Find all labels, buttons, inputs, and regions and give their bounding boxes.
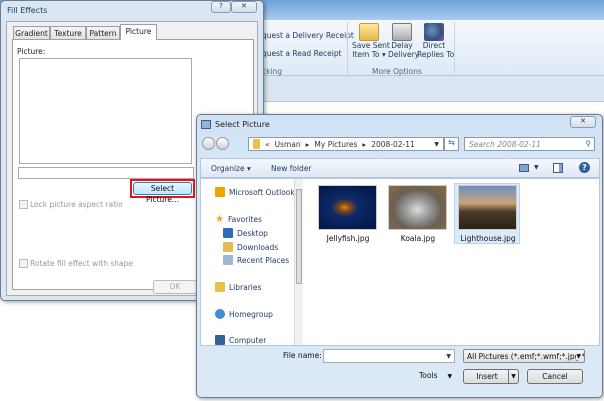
jellyfish-thumbnail[interactable]: [318, 185, 377, 230]
tracking-group-label: cking: [262, 67, 283, 76]
group-divider: [347, 22, 348, 74]
nav-microsoft-outlook[interactable]: Microsoft Outlook: [215, 187, 295, 197]
koala-thumbnail[interactable]: [388, 185, 447, 230]
chevron-down-icon[interactable]: ▼: [534, 164, 539, 171]
forward-button[interactable]: [216, 137, 229, 150]
select-picture-button[interactable]: Select Picture...: [133, 182, 192, 204]
nav-scrollbar[interactable]: [294, 179, 303, 345]
cancel-button[interactable]: Cancel: [527, 369, 583, 384]
direct-replies-button[interactable]: Direct Replies To: [417, 23, 454, 59]
file-name[interactable]: Koala.jpg: [383, 234, 453, 243]
view-icon[interactable]: [519, 164, 529, 172]
back-button[interactable]: [202, 137, 215, 150]
person-arrow-icon: [424, 23, 444, 41]
picture-dialog-icon: [201, 120, 211, 129]
preview-pane-icon[interactable]: [553, 163, 563, 173]
homegroup-icon: [215, 309, 225, 319]
new-folder-button[interactable]: New folder: [271, 164, 312, 173]
search-icon: ⚲: [585, 139, 592, 148]
close-button[interactable]: ✕: [231, 1, 257, 13]
star-icon: ★: [215, 214, 224, 225]
picture-preview: [19, 58, 192, 164]
address-bar[interactable]: « Usman ▸ My Pictures ▸ 2008-02-11 ▼: [248, 137, 444, 151]
breadcrumb-overflow[interactable]: «: [265, 140, 270, 149]
navigation-pane: Microsoft Outlook ★ Favorites Desktop Dow…: [201, 179, 304, 345]
outlook-icon: [215, 187, 225, 197]
request-delivery-receipt[interactable]: quest a Delivery Receipt: [262, 31, 354, 40]
tab-pattern[interactable]: Pattern: [86, 26, 120, 40]
chevron-down-icon[interactable]: ▼: [446, 353, 451, 360]
recent-places-icon: [223, 255, 233, 265]
nav-libraries[interactable]: Libraries: [215, 282, 261, 292]
picture-path-field: [18, 167, 194, 179]
file-name-input[interactable]: ▼: [323, 349, 455, 363]
breadcrumb-usman[interactable]: Usman: [275, 140, 301, 149]
ok-button[interactable]: OK: [153, 280, 197, 294]
more-options-group-label: More Options: [372, 67, 422, 76]
lighthouse-thumbnail[interactable]: [458, 185, 517, 230]
scrollbar-thumb[interactable]: [296, 189, 302, 284]
group-divider: [454, 22, 455, 74]
downloads-icon: [223, 242, 233, 252]
close-button[interactable]: ✕: [570, 116, 596, 128]
chevron-down-icon: ▼: [434, 140, 439, 148]
breadcrumb-2008-02-11[interactable]: 2008-02-11: [371, 140, 415, 149]
nav-favorites[interactable]: ★ Favorites: [215, 214, 262, 225]
file-name[interactable]: Jellyfish.jpg: [313, 234, 383, 243]
select-picture-dialog: Select Picture ✕ « Usman ▸ My Pictures ▸ 2…: [196, 114, 603, 398]
nav-recent-places[interactable]: Recent Places: [223, 255, 289, 265]
dialog-title: Select Picture: [215, 120, 270, 129]
nav-desktop[interactable]: Desktop: [223, 228, 268, 238]
breadcrumb-my-pictures[interactable]: My Pictures: [314, 140, 357, 149]
file-name-label: File name:: [283, 351, 322, 360]
picture-label: Picture:: [17, 47, 46, 56]
rotate-fill-label: Rotate fill effect with shape: [30, 259, 133, 268]
tools-button[interactable]: Tools ▼: [419, 371, 452, 380]
help-button[interactable]: ?: [211, 1, 231, 13]
libraries-icon: [215, 282, 225, 292]
chevron-down-icon: ▼: [447, 373, 453, 380]
tab-picture[interactable]: Picture: [120, 24, 157, 40]
clock-envelope-icon: [392, 23, 412, 41]
chevron-right-icon: ▸: [305, 139, 310, 149]
nav-downloads[interactable]: Downloads: [223, 242, 278, 252]
tab-gradient[interactable]: Gradient: [13, 26, 50, 40]
save-sent-item-button[interactable]: Save Sent Item To ▾: [352, 23, 390, 59]
computer-icon: [215, 335, 225, 345]
lock-aspect-label: Lock picture aspect ratio: [30, 200, 123, 209]
refresh-icon[interactable]: ⇆: [444, 137, 459, 151]
file-name[interactable]: Lighthouse.jpg: [453, 234, 523, 243]
browser-area: Microsoft Outlook ★ Favorites Desktop Dow…: [200, 178, 600, 346]
request-read-receipt[interactable]: quest a Read Receipt: [262, 49, 342, 58]
search-input[interactable]: Search 2008-02-11 ⚲: [464, 137, 595, 151]
nav-homegroup[interactable]: Homegroup: [215, 309, 273, 319]
command-bar: Organize ▾ New folder ▼ ?: [200, 158, 600, 178]
insert-dropdown-arrow[interactable]: ▼: [508, 370, 518, 383]
rotate-fill-checkbox[interactable]: [19, 259, 28, 268]
nav-computer[interactable]: Computer: [215, 335, 266, 345]
chevron-down-icon: ▼: [576, 353, 581, 360]
organize-button[interactable]: Organize ▾: [211, 164, 251, 173]
file-type-select[interactable]: All Pictures (*.emf;*.wmf;*.jpg;* ▼: [463, 349, 585, 363]
desktop-icon: [223, 228, 233, 238]
delay-delivery-button[interactable]: Delay Delivery: [388, 23, 419, 59]
lock-aspect-checkbox[interactable]: [19, 200, 28, 209]
insert-button[interactable]: Insert ▼: [463, 369, 519, 384]
tab-texture[interactable]: Texture: [50, 26, 86, 40]
folder-icon: [253, 139, 260, 149]
folder-icon: [359, 23, 379, 41]
dialog-title: Fill Effects: [7, 6, 48, 15]
chevron-right-icon: ▸: [362, 139, 367, 149]
help-icon[interactable]: ?: [579, 162, 590, 173]
